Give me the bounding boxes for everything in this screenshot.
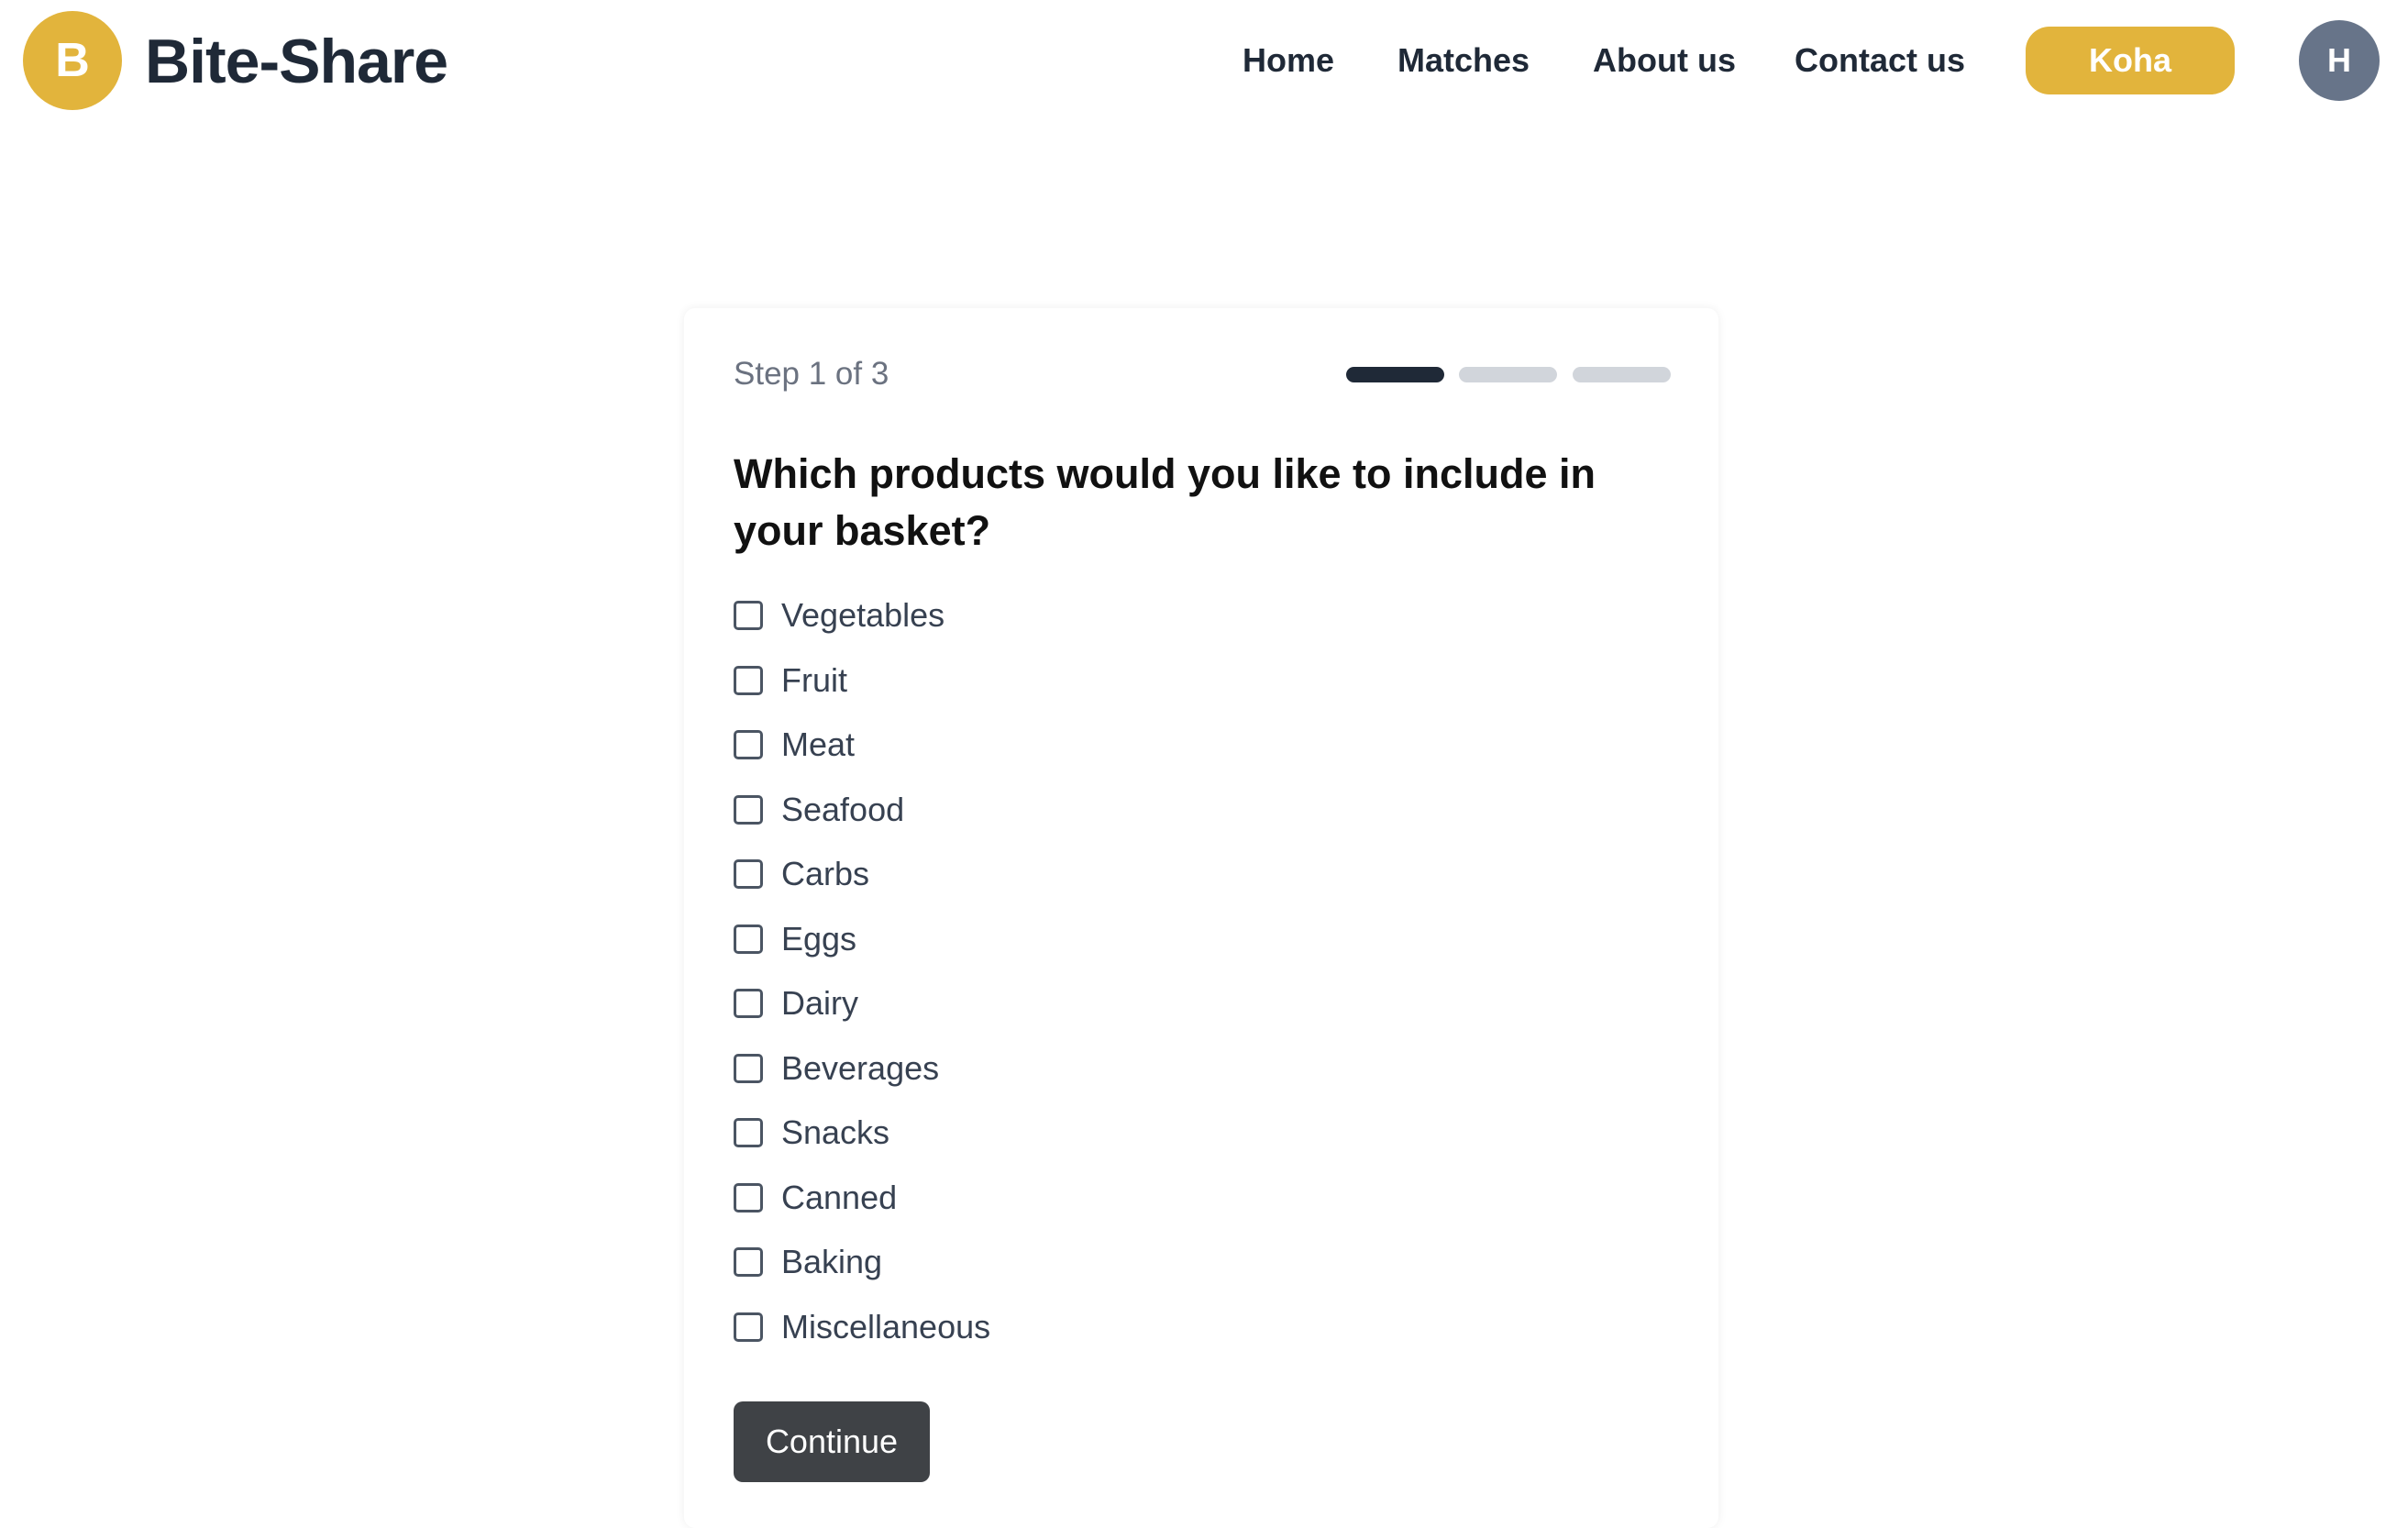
option-seafood[interactable]: Seafood <box>734 778 1651 843</box>
progress-step-1 <box>1346 367 1444 382</box>
brand-name[interactable]: Bite-Share <box>145 22 448 101</box>
option-label: Baking <box>781 1243 883 1281</box>
option-label: Fruit <box>781 660 847 699</box>
nav-link-home[interactable]: Home <box>1243 35 1334 86</box>
checkbox[interactable] <box>734 1053 763 1083</box>
product-options-list: Vegetables Fruit Meat Seafood Carbs Eggs… <box>734 583 1651 1359</box>
option-label: Seafood <box>781 790 905 828</box>
checkbox[interactable] <box>734 859 763 890</box>
option-label: Miscellaneous <box>781 1307 991 1345</box>
user-avatar[interactable]: H <box>2299 20 2380 101</box>
option-snacks[interactable]: Snacks <box>734 1101 1651 1166</box>
nav-link-matches[interactable]: Matches <box>1397 35 1530 86</box>
checkbox[interactable] <box>734 601 763 631</box>
option-label: Canned <box>781 1178 898 1216</box>
continue-button[interactable]: Continue <box>734 1401 930 1482</box>
progress-step-2 <box>1459 367 1557 382</box>
option-label: Beverages <box>781 1048 940 1087</box>
checkbox[interactable] <box>734 1118 763 1148</box>
option-carbs[interactable]: Carbs <box>734 842 1651 907</box>
option-label: Dairy <box>781 984 859 1023</box>
checkbox[interactable] <box>734 1312 763 1342</box>
logo-badge[interactable]: B <box>23 11 122 110</box>
checkbox[interactable] <box>734 989 763 1019</box>
koha-button[interactable]: Koha <box>2026 27 2235 94</box>
checkbox[interactable] <box>734 665 763 695</box>
checkbox[interactable] <box>734 1182 763 1212</box>
checkbox[interactable] <box>734 1247 763 1278</box>
nav-link-about[interactable]: About us <box>1593 35 1736 86</box>
option-meat[interactable]: Meat <box>734 713 1651 778</box>
option-label: Vegetables <box>781 596 945 635</box>
checkbox[interactable] <box>734 794 763 825</box>
checkbox[interactable] <box>734 924 763 954</box>
checkbox[interactable] <box>734 730 763 760</box>
progress-step-3 <box>1573 367 1671 382</box>
option-baking[interactable]: Baking <box>734 1230 1651 1295</box>
question-heading: Which products would you like to include… <box>734 450 1596 554</box>
option-label: Snacks <box>781 1113 890 1152</box>
avatar-initial: H <box>2327 41 2351 79</box>
nav-link-contact[interactable]: Contact us <box>1795 35 1965 86</box>
option-label: Eggs <box>781 919 857 958</box>
option-canned[interactable]: Canned <box>734 1166 1651 1231</box>
step-indicator-text: Step 1 of 3 <box>734 356 889 392</box>
wizard-card: Step 1 of 3 Which products would you lik… <box>684 308 1718 1528</box>
logo-letter: B <box>55 34 90 87</box>
option-vegetables[interactable]: Vegetables <box>734 583 1651 648</box>
option-fruit[interactable]: Fruit <box>734 648 1651 714</box>
option-miscellaneous[interactable]: Miscellaneous <box>734 1295 1651 1360</box>
option-label: Carbs <box>781 855 870 893</box>
top-navbar: B Bite-Share Home Matches About us Conta… <box>0 0 2408 123</box>
option-beverages[interactable]: Beverages <box>734 1036 1651 1102</box>
option-dairy[interactable]: Dairy <box>734 971 1651 1036</box>
option-eggs[interactable]: Eggs <box>734 907 1651 972</box>
option-label: Meat <box>781 725 856 764</box>
